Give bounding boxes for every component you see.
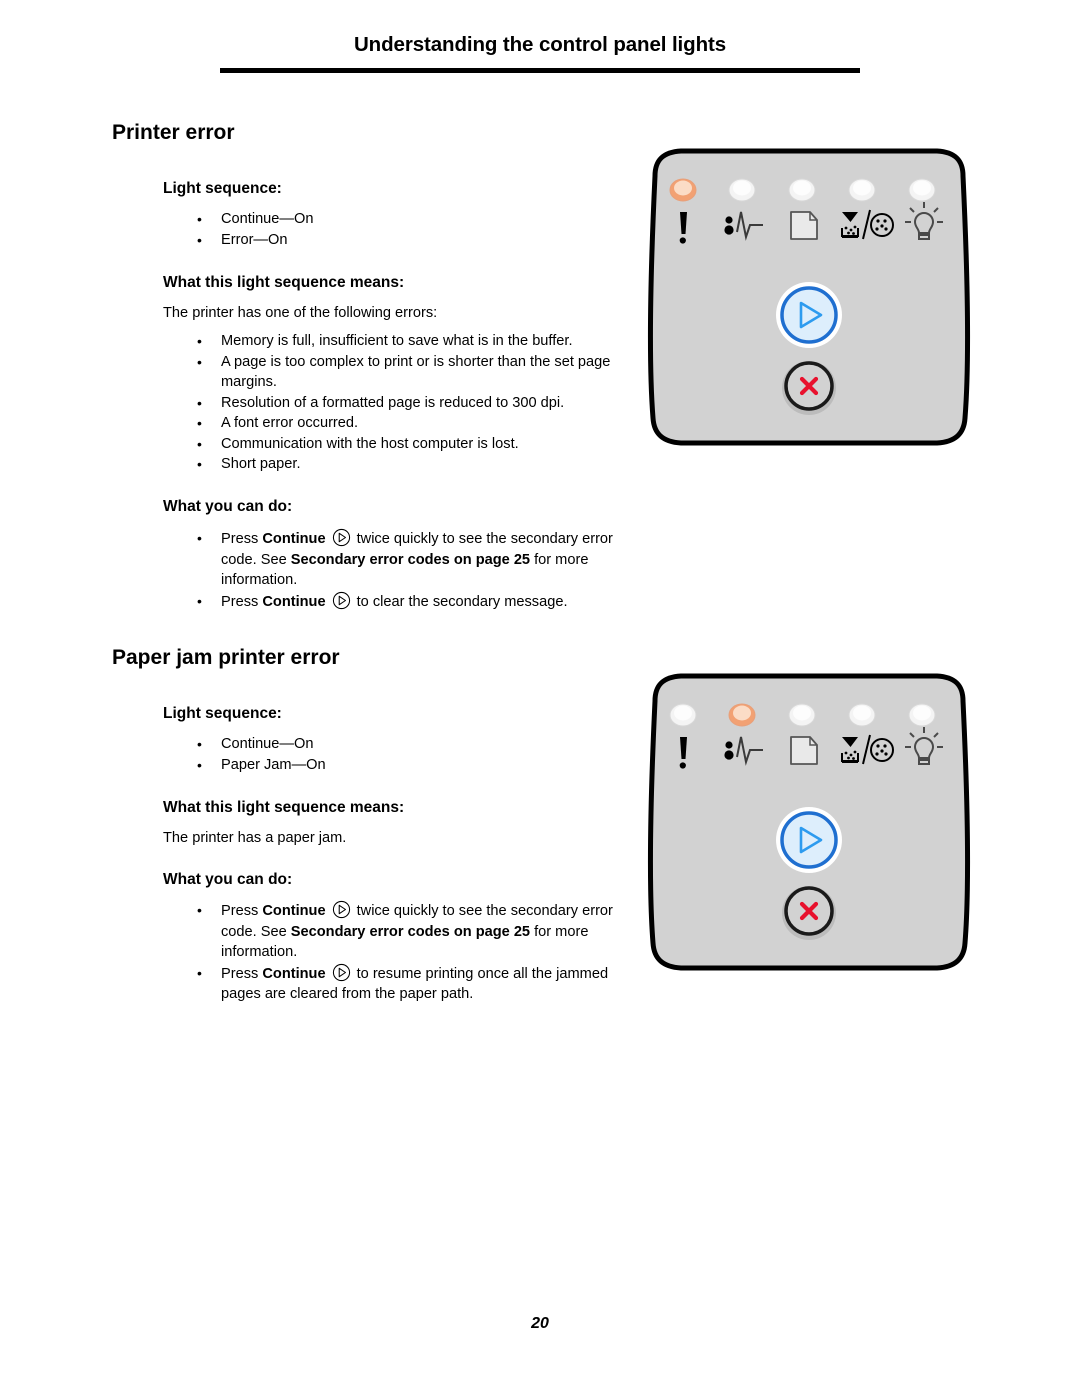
list-item: Error—On xyxy=(163,230,633,251)
page-number: 20 xyxy=(531,1315,549,1332)
list-item: Short paper. xyxy=(163,454,643,475)
light-sequence-heading-2: Light sequence: xyxy=(163,705,282,722)
control-panel-illustration-1 xyxy=(637,140,982,460)
means-intro-2: The printer has a paper jam. xyxy=(163,830,347,846)
list-item: Continue—On xyxy=(163,734,633,755)
header-rule xyxy=(220,68,860,73)
do-list-1: Press Continue twice quickly to see the … xyxy=(163,528,643,612)
manual-page: Understanding the control panel lights P… xyxy=(0,0,1080,1397)
section-title-paper-jam-printer-error: Paper jam printer error xyxy=(112,646,340,669)
continue-button xyxy=(776,807,842,873)
continue-icon xyxy=(332,528,351,547)
list-item: Press Continue to resume printing once a… xyxy=(163,963,643,1005)
list-item: Memory is full, insufficient to save wha… xyxy=(163,331,643,352)
page-header-title: Understanding the control panel lights xyxy=(353,33,727,56)
cancel-button xyxy=(782,886,836,940)
means-heading-1: What this light sequence means: xyxy=(163,274,405,291)
cancel-button xyxy=(782,361,836,415)
what-you-can-do-heading-2: What you can do: xyxy=(163,871,293,888)
means-list-1: Memory is full, insufficient to save wha… xyxy=(163,331,643,475)
light-sequence-list-2: Continue—On Paper Jam—On xyxy=(163,734,633,776)
list-item: Press Continue twice quickly to see the … xyxy=(163,528,643,591)
list-item: A font error occurred. xyxy=(163,413,643,434)
what-you-can-do-heading-1: What you can do: xyxy=(163,498,293,515)
paper-sheet-icon xyxy=(790,211,818,240)
means-intro-1: The printer has one of the following err… xyxy=(163,305,438,321)
continue-icon xyxy=(332,963,351,982)
continue-button xyxy=(776,282,842,348)
light-sequence-heading-1: Light sequence: xyxy=(163,180,282,197)
continue-icon xyxy=(332,900,351,919)
list-item: Paper Jam—On xyxy=(163,755,633,776)
section-title-printer-error: Printer error xyxy=(112,121,235,144)
list-item: Continue—On xyxy=(163,209,633,230)
light-sequence-list-1: Continue—On Error—On xyxy=(163,209,633,251)
control-panel-illustration-2 xyxy=(637,665,982,985)
list-item: Press Continue to clear the secondary me… xyxy=(163,591,643,613)
means-heading-2: What this light sequence means: xyxy=(163,799,405,816)
list-item: Press Continue twice quickly to see the … xyxy=(163,900,643,963)
list-item: A page is too complex to print or is sho… xyxy=(163,352,643,393)
list-item: Resolution of a formatted page is reduce… xyxy=(163,393,643,414)
paper-sheet-icon xyxy=(790,736,818,765)
do-list-2: Press Continue twice quickly to see the … xyxy=(163,900,643,1005)
list-item: Communication with the host computer is … xyxy=(163,434,643,455)
continue-icon xyxy=(332,591,351,610)
